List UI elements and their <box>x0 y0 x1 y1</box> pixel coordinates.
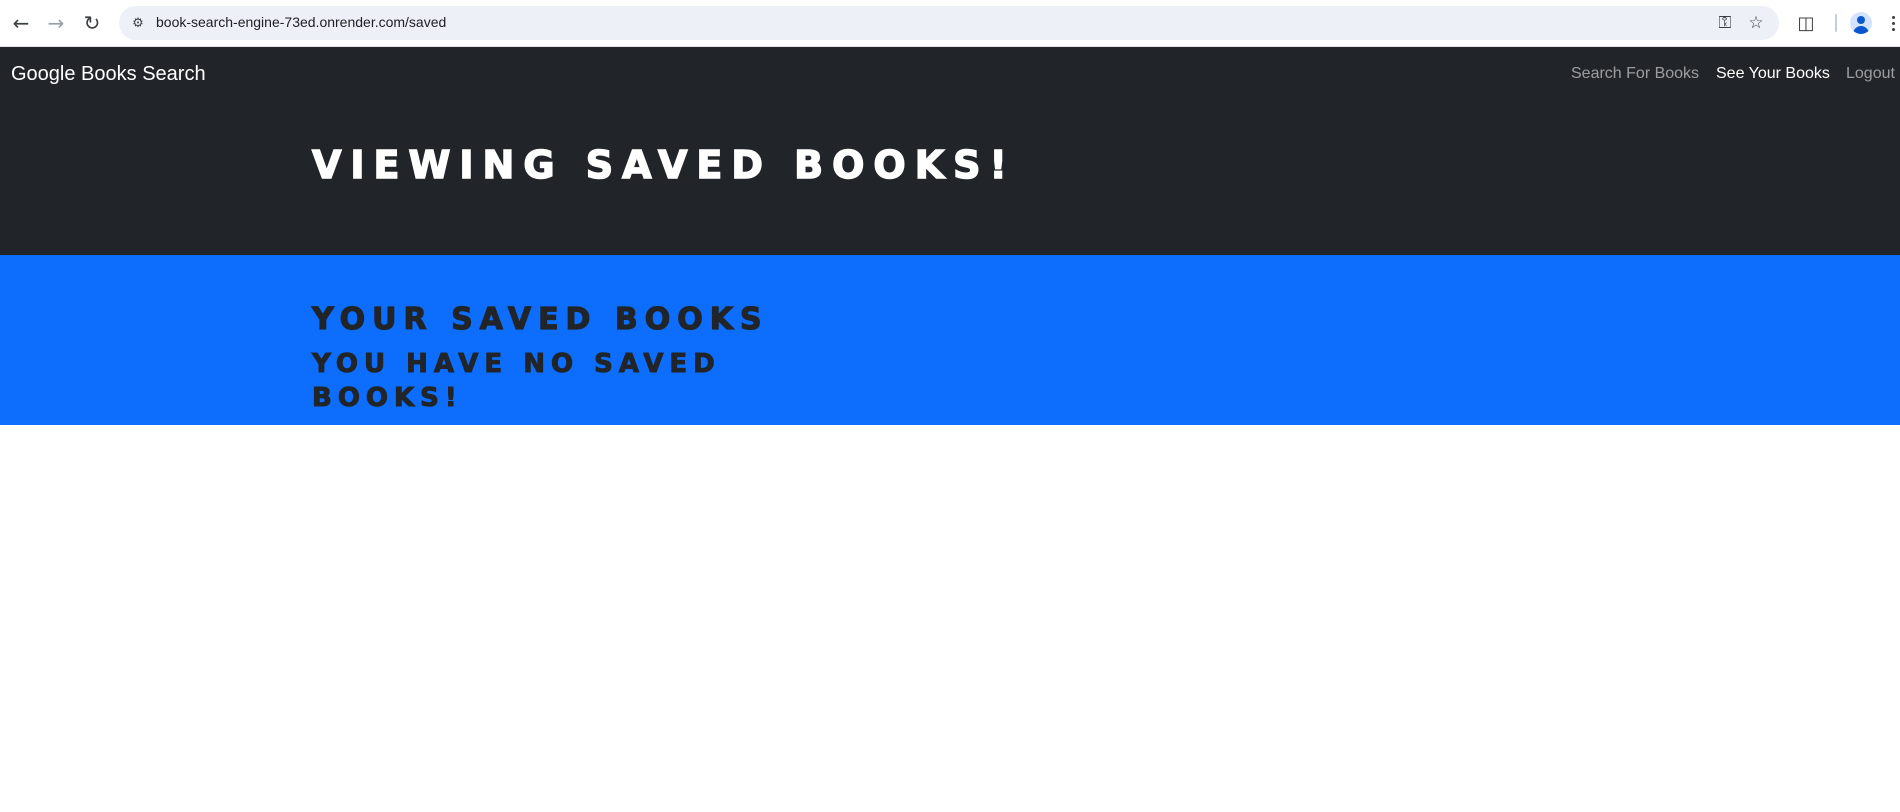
reload-icon[interactable]: ↻ <box>78 9 106 37</box>
address-bar[interactable]: ⚙ book-search-engine-73ed.onrender.com/s… <box>119 6 1779 40</box>
browser-toolbar: ← → ↻ ⚙ book-search-engine-73ed.onrender… <box>0 0 1900 47</box>
nav-link-see-your-books[interactable]: See Your Books <box>1716 65 1830 83</box>
forward-arrow-icon[interactable]: → <box>42 9 70 37</box>
app-navbar: Google Books Search Search For Books See… <box>0 47 1900 103</box>
more-menu-icon[interactable] <box>1889 10 1897 36</box>
bookmark-star-icon[interactable]: ☆ <box>1745 12 1767 34</box>
empty-state-message: You have no saved books! <box>312 349 721 414</box>
nav-link-search-for-books[interactable]: Search For Books <box>1571 65 1699 83</box>
saved-books-section: Your saved books You have no saved books… <box>0 255 1900 425</box>
site-info-icon[interactable]: ⚙ <box>129 14 147 32</box>
toolbar-divider <box>1835 14 1837 32</box>
extensions-icon[interactable]: ◫ <box>1794 11 1818 35</box>
hero-banner: Viewing saved books! <box>0 103 1900 255</box>
back-arrow-icon[interactable]: ← <box>7 9 35 37</box>
profile-avatar-icon[interactable] <box>1850 12 1872 34</box>
saved-books-heading: Your saved books <box>311 301 769 337</box>
nav-link-logout[interactable]: Logout <box>1846 65 1895 83</box>
url-text[interactable]: book-search-engine-73ed.onrender.com/sav… <box>156 14 446 30</box>
password-key-icon[interactable]: ⚿ <box>1714 12 1736 34</box>
page-title: Viewing saved books! <box>311 142 1016 188</box>
brand-link[interactable]: Google Books Search <box>11 63 206 86</box>
